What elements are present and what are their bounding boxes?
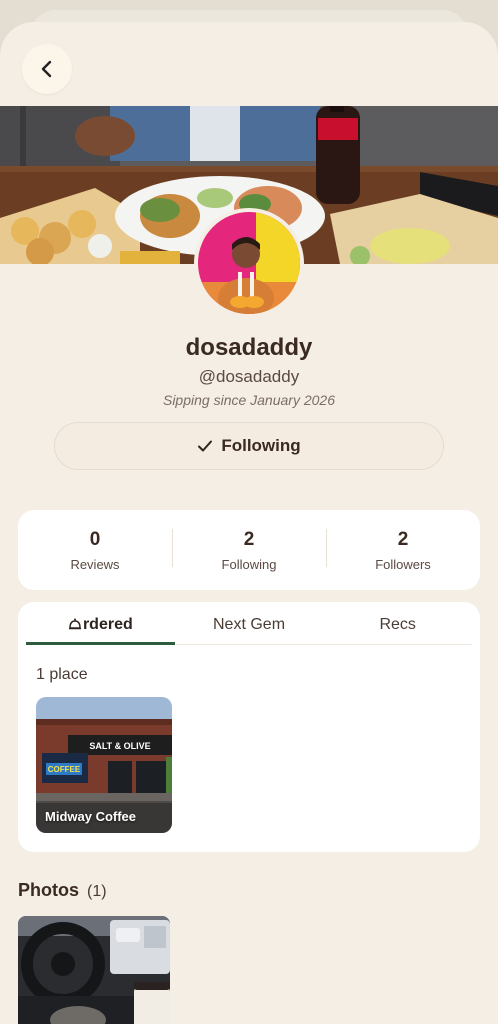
following-button-label: Following [221,436,301,455]
tab-ordered[interactable]: rdered [26,602,175,645]
avatar[interactable] [194,208,304,318]
following-button[interactable]: Following [54,422,444,470]
stat-value: 0 [89,528,101,550]
stat-following[interactable]: 2 Following [172,528,326,572]
checkmark-icon [198,440,213,452]
bell-icon [68,618,81,630]
username-handle: @dosadaddy [198,367,300,386]
member-since: Sipping since January 2026 [162,392,335,408]
stat-value: 2 [243,528,255,550]
back-button[interactable] [22,44,72,94]
photos-count: (1) [87,883,107,900]
photos-title: Photos [18,880,79,900]
tab-bar: rdered Next Gem Recs [26,602,472,645]
stat-value: 2 [397,528,409,550]
stat-label: Following [221,556,277,572]
stat-label: Followers [375,556,431,572]
photos-heading: Photos (1) [18,880,107,901]
stat-followers[interactable]: 2 Followers [326,528,480,572]
place-name: Midway Coffee [45,809,137,824]
stats-card: 0 Reviews 2 Following 2 Followers [18,510,480,590]
tab-recs[interactable]: Recs [323,602,472,644]
lists-card: rdered Next Gem Recs 1 place SALT & OLIV… [18,602,480,852]
stat-label: Reviews [70,556,120,572]
place-count: 1 place [36,666,88,683]
profile-sheet: dosadaddy @dosadaddy Sipping since Janua… [0,22,498,1024]
display-name: dosadaddy [185,334,313,361]
mural-text: COFFEE [48,765,81,774]
tab-next-gem[interactable]: Next Gem [175,602,324,644]
photo-thumbnail[interactable] [18,916,170,1024]
place-card[interactable]: SALT & OLIVE COFFEE Midway Coffee [36,697,172,833]
tab-next-gem-label: Next Gem [213,616,286,633]
store-sign-text: SALT & OLIVE [89,741,150,751]
tab-ordered-label: rdered [82,616,133,633]
stat-reviews[interactable]: 0 Reviews [18,529,172,572]
chevron-left-icon [41,60,52,78]
tab-recs-label: Recs [379,616,416,633]
